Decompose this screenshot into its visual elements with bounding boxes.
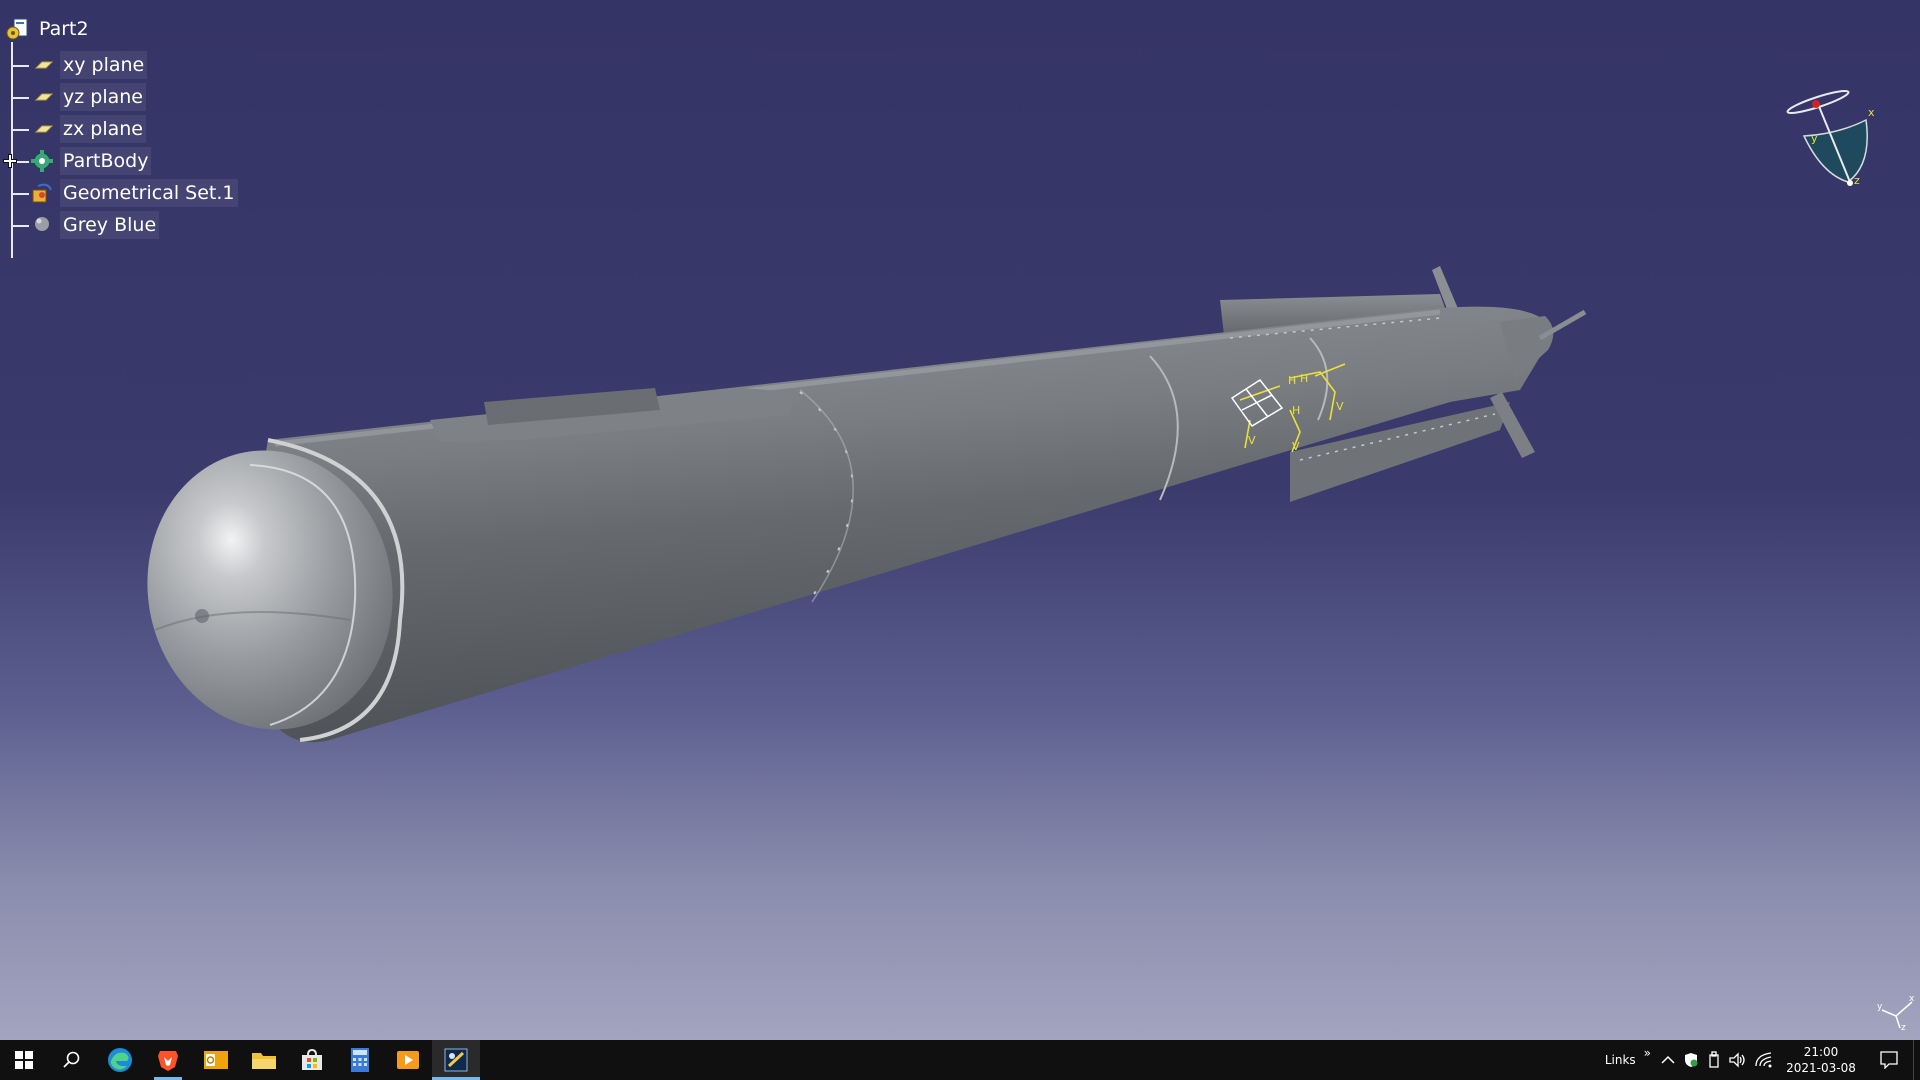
tree-item-label[interactable]: Geometrical Set.1	[60, 179, 238, 207]
edge-button[interactable]	[96, 1040, 144, 1080]
mini-axis-x: x	[1909, 994, 1915, 1004]
tree-branch	[11, 225, 29, 227]
volume-tray-button[interactable]	[1725, 1040, 1751, 1080]
outlook-button[interactable]	[192, 1040, 240, 1080]
tree-item-label[interactable]: zx plane	[60, 115, 146, 143]
links-chevron-icon[interactable]: »	[1644, 1046, 1651, 1060]
part-document-icon	[6, 18, 28, 40]
usb-tray-button[interactable]	[1703, 1040, 1725, 1080]
svg-text:V: V	[1336, 400, 1344, 413]
material-sphere-icon	[35, 217, 49, 231]
mini-axis-y: y	[1877, 1002, 1883, 1012]
windows-taskbar: Links » 21:00 2021-03-08	[0, 1040, 1920, 1080]
start-button[interactable]	[0, 1040, 48, 1080]
tree-branch	[11, 129, 29, 131]
edge-browser-icon	[108, 1048, 132, 1072]
windows-logo-icon	[15, 1051, 33, 1069]
catia-icon	[444, 1048, 468, 1072]
security-tray-button[interactable]	[1679, 1040, 1703, 1080]
show-desktop-button[interactable]	[1913, 1040, 1920, 1080]
tree-branch	[11, 65, 29, 67]
store-bag-icon	[302, 1049, 322, 1070]
system-tray: Links » 21:00 2021-03-08	[1597, 1040, 1920, 1080]
svg-text:H: H	[1300, 372, 1308, 385]
svg-text:V: V	[1292, 440, 1300, 453]
show-hidden-icons-button[interactable]	[1657, 1040, 1679, 1080]
search-button[interactable]	[48, 1040, 96, 1080]
tree-item-xy-plane[interactable]: xy plane	[30, 50, 148, 80]
search-icon	[63, 1051, 80, 1068]
tree-root-label[interactable]: Part2	[36, 15, 92, 43]
usb-device-icon	[1709, 1051, 1719, 1068]
plane-icon	[34, 93, 54, 101]
clock-time[interactable]: 21:00	[1804, 1044, 1839, 1060]
notifications-button[interactable]	[1865, 1040, 1913, 1080]
part-body-gear-icon	[31, 150, 53, 172]
catia-button[interactable]	[432, 1040, 480, 1080]
wifi-icon	[1755, 1052, 1772, 1068]
store-button[interactable]	[288, 1040, 336, 1080]
speaker-volume-icon	[1729, 1052, 1745, 1068]
tree-item-partbody[interactable]: PartBody	[30, 146, 152, 176]
tree-item-label[interactable]: Grey Blue	[60, 211, 160, 239]
calculator-button[interactable]	[336, 1040, 384, 1080]
calculator-icon	[351, 1048, 369, 1072]
outlook-icon	[204, 1051, 228, 1069]
brave-button[interactable]	[144, 1040, 192, 1080]
tree-item-label[interactable]: xy plane	[60, 51, 148, 79]
expand-plus-icon[interactable]	[2, 153, 18, 169]
compass-y-label: y	[1811, 132, 1818, 145]
3d-viewport[interactable]: HH VV VH Part2 xy plane yz plane zx plan…	[0, 0, 1920, 1040]
compass-z-label: z	[1854, 174, 1860, 187]
links-toolbar[interactable]: Links »	[1597, 1040, 1657, 1080]
action-center-icon	[1880, 1051, 1898, 1069]
geometrical-set-icon	[32, 183, 52, 203]
tree-root-part2[interactable]: Part2	[6, 14, 92, 44]
defender-shield-icon	[1685, 1053, 1698, 1067]
brave-lion-icon	[158, 1051, 178, 1071]
tree-item-zx-plane[interactable]: zx plane	[30, 114, 146, 144]
compass-x-label: x	[1868, 106, 1875, 119]
media-button[interactable]	[384, 1040, 432, 1080]
tree-branch	[11, 97, 29, 99]
tree-item-geometrical-set[interactable]: Geometrical Set.1	[30, 178, 238, 208]
tree-item-label[interactable]: yz plane	[60, 83, 146, 111]
links-label[interactable]: Links	[1605, 1053, 1636, 1067]
axis-triad-icon: x y z	[1877, 994, 1915, 1032]
navigation-compass[interactable]: x y z	[1778, 84, 1878, 194]
explorer-button[interactable]	[240, 1040, 288, 1080]
svg-text:V: V	[1248, 434, 1256, 447]
tree-item-yz-plane[interactable]: yz plane	[30, 82, 146, 112]
clock[interactable]: 21:00 2021-03-08	[1777, 1040, 1865, 1080]
tree-branch	[11, 193, 29, 195]
clock-date[interactable]: 2021-03-08	[1786, 1060, 1856, 1076]
tree-item-label[interactable]: PartBody	[60, 147, 152, 175]
network-tray-button[interactable]	[1751, 1040, 1777, 1080]
folder-icon	[252, 1053, 276, 1069]
chevron-up-icon	[1661, 1055, 1675, 1064]
svg-text:H: H	[1292, 404, 1300, 417]
mini-axis-z: z	[1901, 1023, 1906, 1032]
missile-3d-model[interactable]: HH VV VH	[0, 0, 1920, 1040]
plane-icon	[34, 61, 54, 69]
svg-text:H: H	[1288, 374, 1296, 387]
tree-item-grey-blue[interactable]: Grey Blue	[30, 210, 160, 240]
plane-icon	[34, 125, 54, 133]
media-player-icon	[397, 1051, 419, 1069]
